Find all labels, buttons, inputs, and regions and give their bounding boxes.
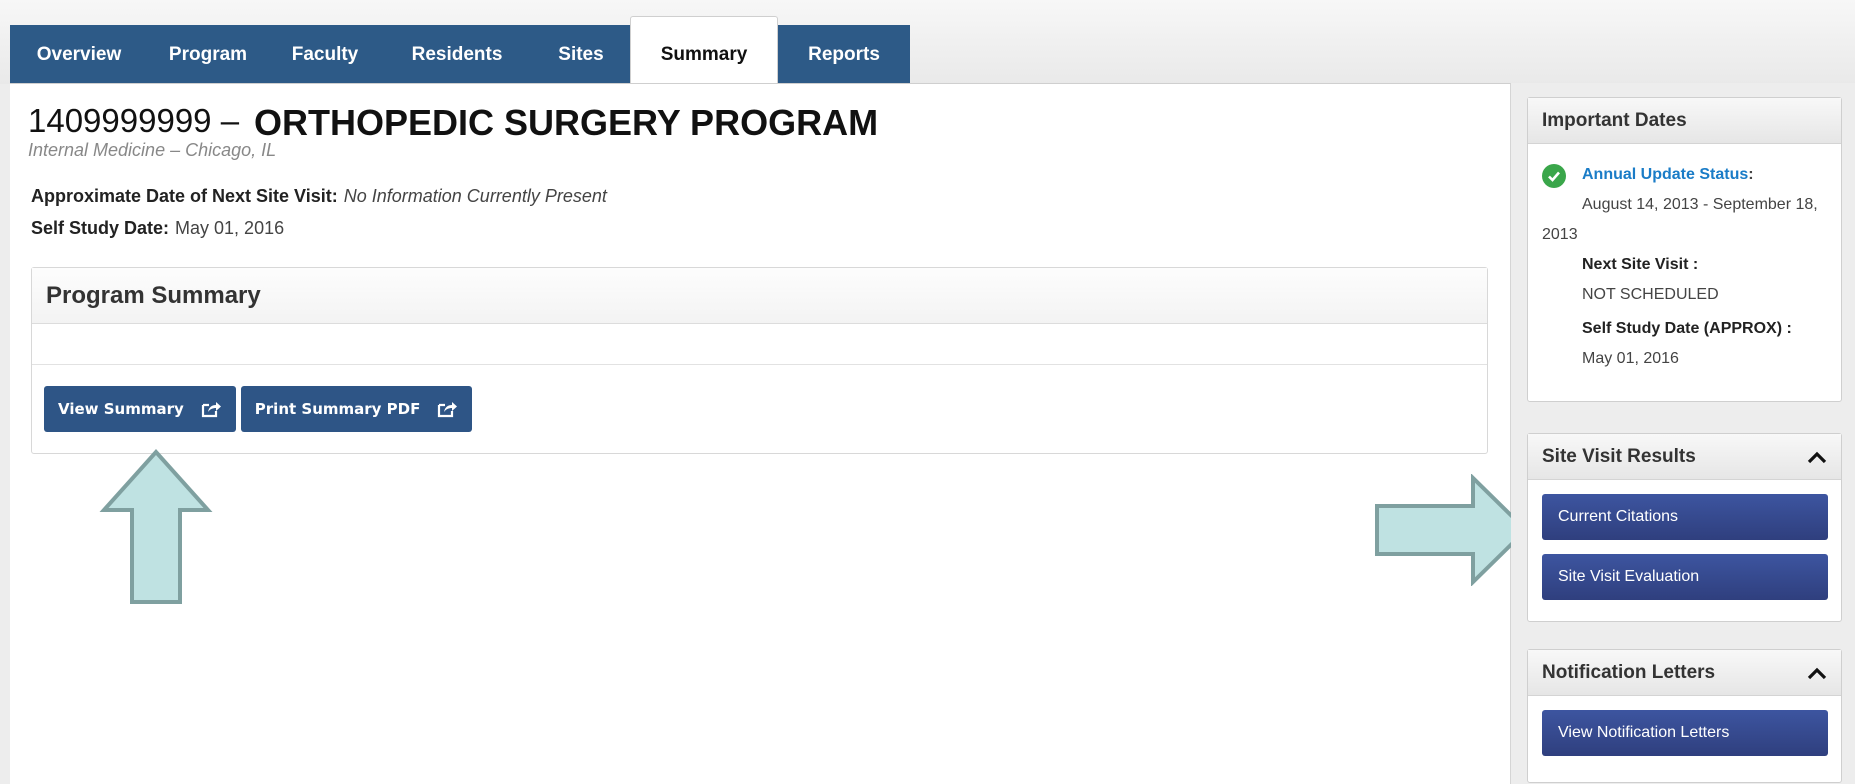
annual-update-value: August 14, 2013 - September 18, 2013 xyxy=(1542,196,1818,243)
main-tabs: Overview Program Faculty Residents Sites… xyxy=(10,16,910,84)
check-circle-icon xyxy=(1542,164,1566,188)
view-summary-button[interactable]: View Summary xyxy=(44,386,236,432)
notification-letters-card: Notification Letters View Notification L… xyxy=(1527,649,1842,783)
annual-update-status-link[interactable]: Annual Update Status xyxy=(1582,166,1748,183)
external-link-icon xyxy=(200,399,222,419)
next-site-visit-side-label: Next Site Visit : xyxy=(1582,256,1699,273)
print-summary-pdf-button[interactable]: Print Summary PDF xyxy=(240,386,473,432)
site-visit-results-title: Site Visit Results xyxy=(1542,445,1696,467)
next-site-visit-side-value: NOT SCHEDULED xyxy=(1582,286,1719,303)
program-summary-empty-row xyxy=(32,324,1487,365)
current-citations-button[interactable]: Current Citations xyxy=(1542,494,1828,540)
view-summary-label: View Summary xyxy=(58,400,184,418)
self-study-side-value: May 01, 2016 xyxy=(1582,350,1679,367)
right-arrow-icon xyxy=(1375,474,1529,586)
print-summary-label: Print Summary PDF xyxy=(254,400,421,418)
notification-letters-title: Notification Letters xyxy=(1542,661,1716,683)
right-sidebar: Important Dates Annual Update Status: Au… xyxy=(1511,83,1855,783)
tab-sites[interactable]: Sites xyxy=(532,25,630,84)
self-study-value: May 01, 2016 xyxy=(175,218,285,238)
external-link-icon xyxy=(436,399,458,419)
important-dates-title: Important Dates xyxy=(1528,98,1841,144)
site-visit-results-card: Site Visit Results Current Citations Sit… xyxy=(1527,433,1842,622)
next-site-visit-label: Approximate Date of Next Site Visit: xyxy=(31,186,338,206)
site-visit-evaluation-button[interactable]: Site Visit Evaluation xyxy=(1542,554,1828,600)
tab-summary[interactable]: Summary xyxy=(630,16,778,84)
chevron-up-icon[interactable] xyxy=(1807,450,1827,464)
tab-overview[interactable]: Overview xyxy=(10,25,148,84)
summary-button-row: View Summary Print Summary PDF xyxy=(44,386,473,432)
program-subtitle: Internal Medicine – Chicago, IL xyxy=(28,140,277,160)
self-study-label: Self Study Date: xyxy=(31,218,170,238)
program-summary-title: Program Summary xyxy=(32,268,1487,324)
chevron-up-icon[interactable] xyxy=(1807,666,1827,680)
program-summary-panel: Program Summary View Summary Print Summa… xyxy=(31,267,1488,454)
important-dates-body: Annual Update Status: August 14, 2013 - … xyxy=(1528,144,1841,374)
self-study-row: Self Study Date: May 01, 2016 xyxy=(31,218,284,239)
tab-faculty[interactable]: Faculty xyxy=(268,25,382,84)
annual-update-colon: : xyxy=(1748,166,1754,183)
program-id: 1409999999 – xyxy=(28,102,240,139)
important-dates-title-text: Important Dates xyxy=(1542,109,1687,131)
self-study-side-label: Self Study Date (APPROX) : xyxy=(1582,320,1792,337)
important-dates-card: Important Dates Annual Update Status: Au… xyxy=(1527,97,1842,402)
tab-residents[interactable]: Residents xyxy=(382,25,532,84)
program-name: ORTHOPEDIC SURGERY PROGRAM xyxy=(254,102,879,143)
view-notification-letters-button[interactable]: View Notification Letters xyxy=(1542,710,1828,756)
main-content: 1409999999 – ORTHOPEDIC SURGERY PROGRAM … xyxy=(10,83,1511,784)
tab-program[interactable]: Program xyxy=(148,25,268,84)
notification-letters-header: Notification Letters xyxy=(1528,650,1841,696)
site-visit-results-header: Site Visit Results xyxy=(1528,434,1841,480)
up-arrow-icon xyxy=(99,449,213,604)
tab-reports[interactable]: Reports xyxy=(778,25,910,84)
annual-update-row: Annual Update Status: xyxy=(1542,160,1829,190)
next-site-visit-row: Approximate Date of Next Site Visit: No I… xyxy=(31,186,607,207)
next-site-visit-value: No Information Currently Present xyxy=(343,186,607,206)
